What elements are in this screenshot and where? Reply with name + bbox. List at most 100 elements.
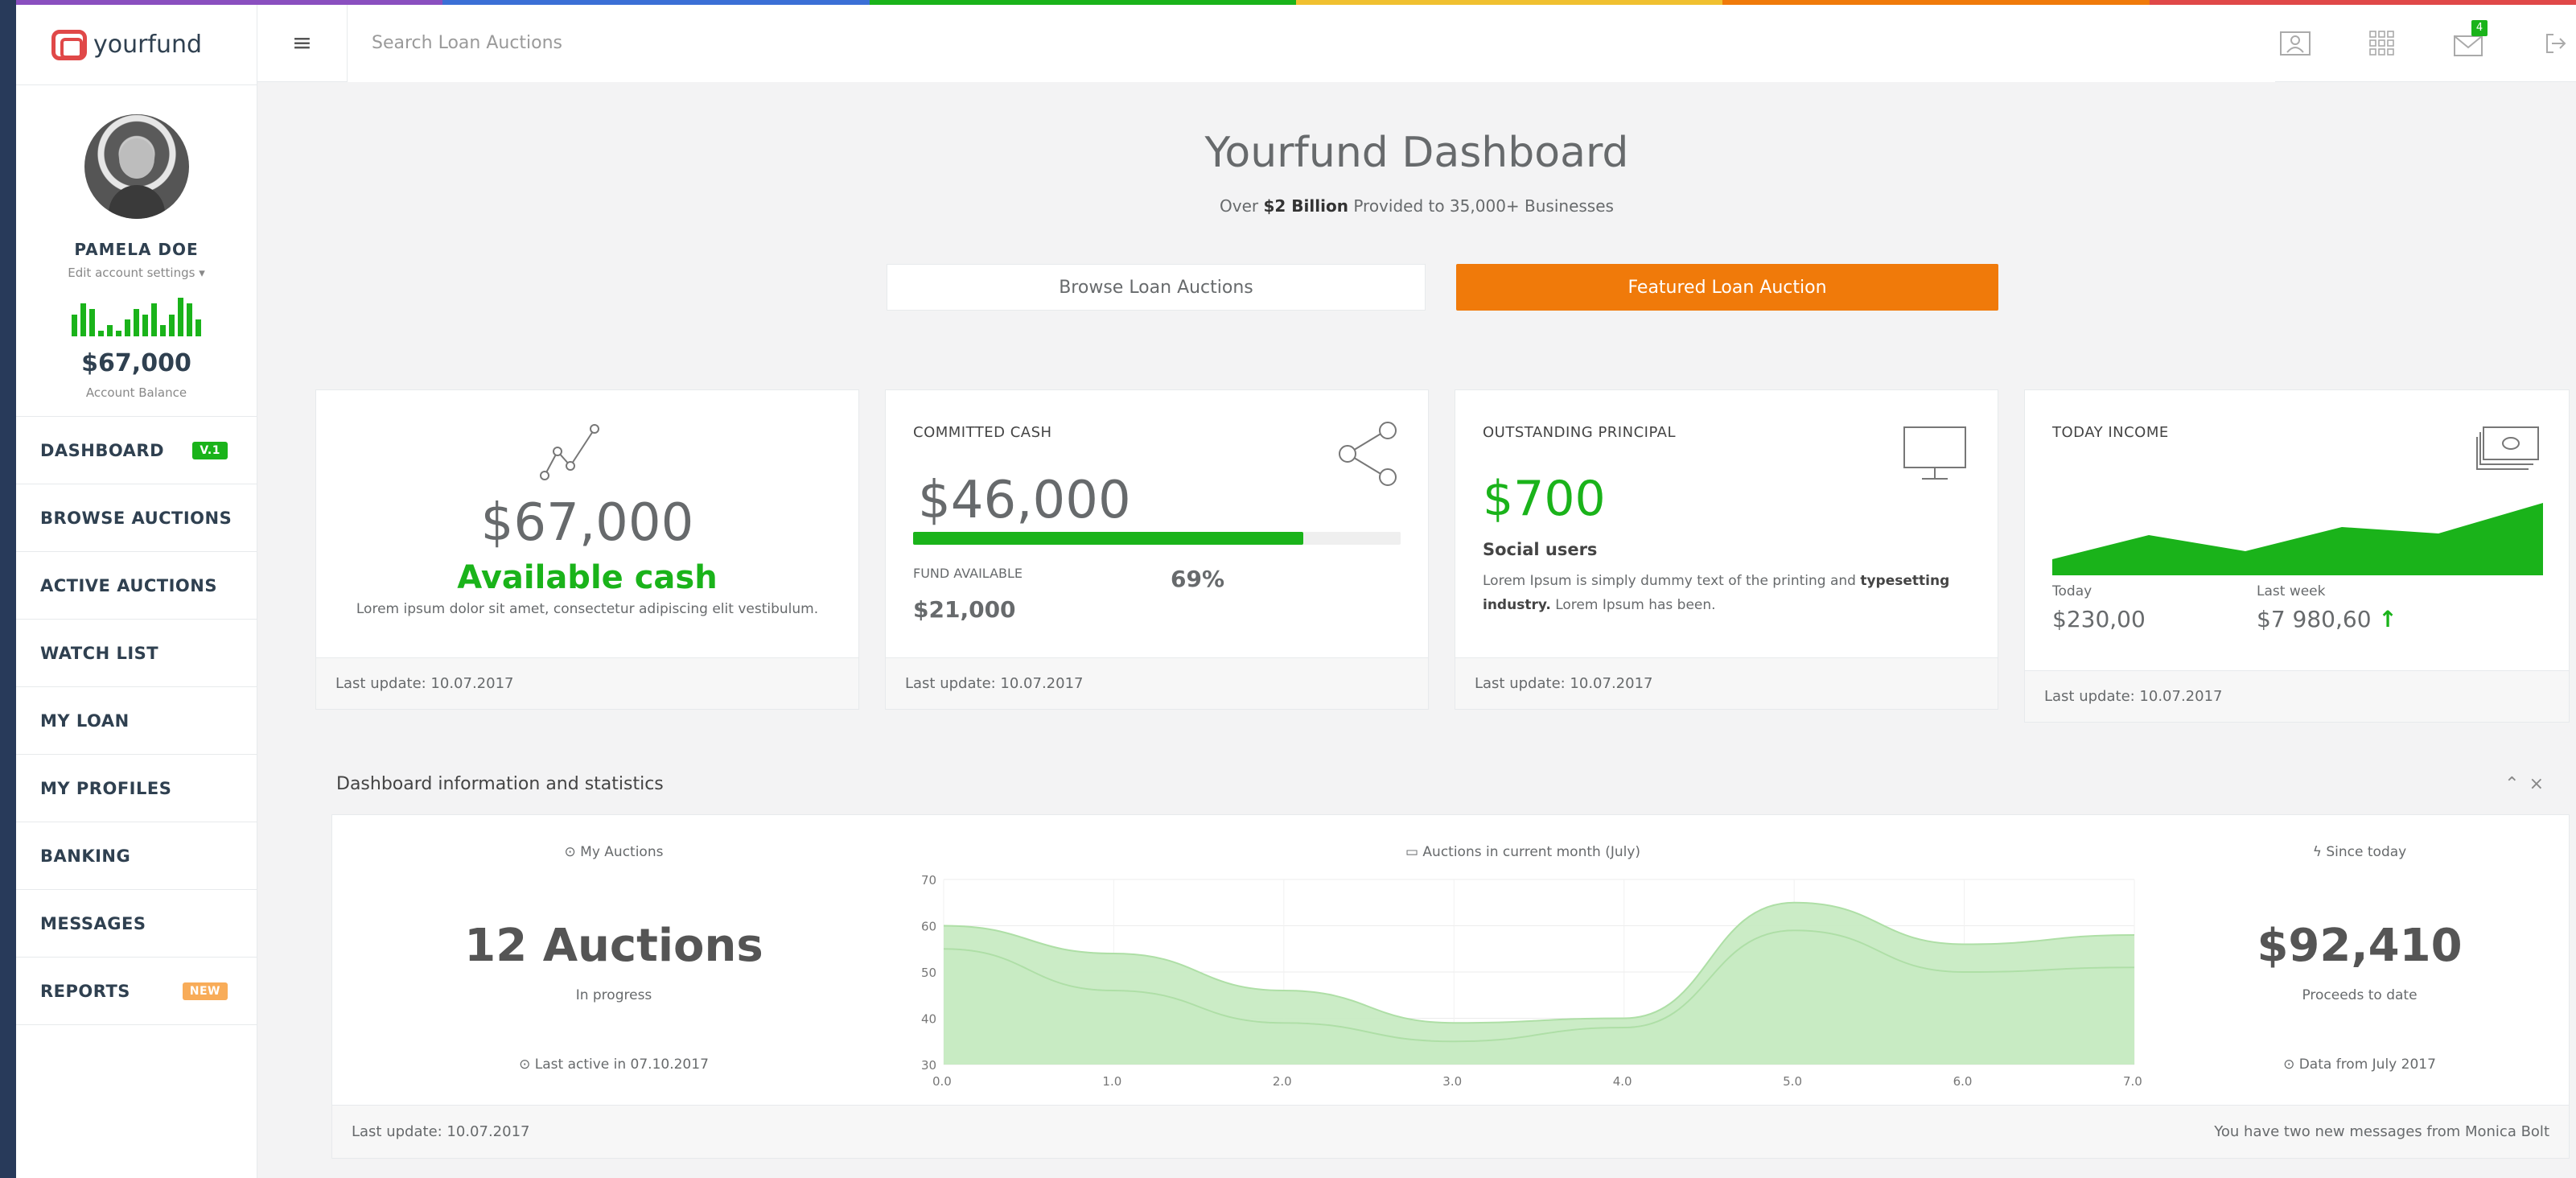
sidebar-item-messages[interactable]: MESSAGES [16,890,257,958]
hamburger-menu-icon[interactable]: ≡ [257,4,348,82]
sparkline-bar [98,331,104,336]
version-badge: V.1 [192,441,228,459]
x-tick-label: 1.0 [1102,1074,1121,1089]
sparkline-bar [107,325,113,336]
sidebar-item-browse-auctions[interactable]: BROWSE AUCTIONS [16,484,257,552]
fund-available-amount: $21,000 [913,596,1016,623]
app-frame: yourfund PAMELA DOE Edit account setting… [16,0,2576,1178]
last-week-value: $7 980,60 ↑ [2257,606,2397,632]
arrow-up-icon: ↑ [2378,606,2397,632]
social-users-label: Social users [1483,540,1598,559]
edit-account-settings-link[interactable]: Edit account settings ▾ [16,266,257,280]
committed-progress-bar [913,532,1401,545]
search-input[interactable] [348,4,2275,82]
proceeds-value: $92,410 [2257,920,2463,972]
auctions-status: In progress [575,987,652,1003]
sidebar-item-label: BANKING [40,846,131,866]
card-last-update: Last update: 10.07.2017 [1455,657,1998,709]
sparkline-bar [89,308,95,336]
since-today-block: ϟ Since today $92,410 Proceeds to date ⊙… [2150,815,2569,1106]
browse-loan-auctions-button[interactable]: Browse Loan Auctions [887,264,1426,311]
mail-count-badge: 4 [2471,19,2488,36]
stats-footer: Last update: 10.07.2017 You have two new… [332,1105,2569,1158]
last-active-date: ⊙ Last active in 07.10.2017 [519,1056,709,1073]
logo[interactable]: yourfund [16,5,257,85]
sidebar-item-label: MY PROFILES [40,778,172,798]
share-icon[interactable] [1331,418,1404,490]
logo-icon [51,29,87,60]
new-messages-notice[interactable]: You have two new messages from Monica Bo… [2214,1123,2549,1140]
available-cash-label: Available cash [457,559,718,596]
y-tick-label: 40 [921,1012,936,1027]
mail-icon[interactable]: 4 [2449,19,2489,64]
today-income-card: TODAY INCOME Today $230,00 Last week $7 … [2024,389,2570,723]
card-title: COMMITTED CASH [913,424,1052,441]
today-income-value: $230,00 [2052,606,2146,632]
income-area-chart [2052,503,2543,575]
available-cash-card: $67,000 Available cash Lorem ipsum dolor… [315,389,859,710]
chart-title: ▭ Auctions in current month (July) [1405,844,1641,860]
stats-panel-tools: ⌃× [2504,774,2553,794]
apps-grid-icon[interactable] [2362,23,2402,64]
outstanding-principal-value: $700 [1483,471,1606,527]
sidebar-item-banking[interactable]: BANKING [16,822,257,890]
card-last-update: Last update: 10.07.2017 [316,657,858,709]
committed-cash-value: $46,000 [918,471,1131,530]
y-tick-label: 50 [921,966,936,980]
x-tick-label: 7.0 [2123,1074,2142,1089]
sidebar-item-label: MY LOAN [40,711,130,731]
close-icon[interactable]: × [2529,774,2553,794]
card-last-update: Last update: 10.07.2017 [2025,670,2569,722]
sparkline-bar [142,314,148,336]
sparkline-bar [195,319,201,336]
sidebar-item-active-auctions[interactable]: ACTIVE AUCTIONS [16,552,257,620]
since-today-heading: ϟ Since today [2312,844,2407,860]
sparkline-bar [169,314,175,336]
cash-stack-icon [2476,426,2539,470]
contact-card-icon[interactable] [2275,23,2315,64]
outstanding-principal-card: OUTSTANDING PRINCIPAL $700 Social users … [1455,389,1998,710]
page-title: Yourfund Dashboard [1204,129,1629,177]
sidebar-item-watch-list[interactable]: WATCH LIST [16,620,257,687]
sidebar-item-label: MESSAGES [40,913,146,933]
stats-panel: ⊙ My Auctions 12 Auctions In progress ⊙ … [331,814,2570,1159]
sidebar-item-dashboard[interactable]: DASHBOARD V.1 [16,417,257,484]
available-cash-value: $67,000 [480,493,694,553]
account-balance-value: $67,000 [81,349,191,377]
x-tick-label: 3.0 [1442,1074,1462,1089]
my-auctions-heading: ⊙ My Auctions [564,844,664,860]
sparkline-bar [178,298,183,336]
line-graph-icon [540,424,599,480]
progress-fill [913,532,1303,545]
x-tick-label: 2.0 [1273,1074,1292,1089]
featured-loan-auction-button[interactable]: Featured Loan Auction [1456,264,1998,311]
sidebar-item-label: DASHBOARD [40,440,165,460]
logout-icon[interactable] [2536,23,2576,64]
x-tick-label: 6.0 [1953,1074,1973,1089]
my-auctions-block: ⊙ My Auctions 12 Auctions In progress ⊙ … [332,815,895,1106]
page-subtitle: Over $2 Billion Provided to 35,000+ Busi… [1220,196,1614,216]
sparkline-bar [80,303,86,336]
card-last-update: Last update: 10.07.2017 [886,657,1428,709]
auctions-count: 12 Auctions [464,920,763,972]
profile-name: PAMELA DOE [74,240,199,259]
logo-text: yourfund [93,31,203,59]
fund-available-label: FUND AVAILABLE [913,566,1023,581]
auctions-area-chart: 30 40 50 60 70 0.0 1.0 2.0 3.0 4.0 5.0 6.0 7.0 [921,873,2142,1089]
sidebar-item-reports[interactable]: REPORTS NEW [16,958,257,1025]
stats-section-title: Dashboard information and statistics [336,774,664,794]
sidebar-item-label: WATCH LIST [40,643,159,663]
avatar[interactable] [84,114,189,219]
account-balance-label: Account Balance [85,385,187,400]
sparkline-bar [72,314,77,336]
new-badge: NEW [182,982,228,1000]
sparkline-bar [160,325,166,336]
y-tick-label: 60 [921,920,936,934]
sidebar-item-label: ACTIVE AUCTIONS [40,575,217,595]
collapse-chevron-up-icon[interactable]: ⌃ [2504,774,2529,794]
sidebar-item-my-loan[interactable]: MY LOAN [16,687,257,755]
x-tick-label: 4.0 [1613,1074,1632,1089]
available-cash-description: Lorem ipsum dolor sit amet, consectetur … [356,601,819,617]
sidebar-item-my-profiles[interactable]: MY PROFILES [16,755,257,822]
sidebar-item-label: REPORTS [40,981,130,1001]
